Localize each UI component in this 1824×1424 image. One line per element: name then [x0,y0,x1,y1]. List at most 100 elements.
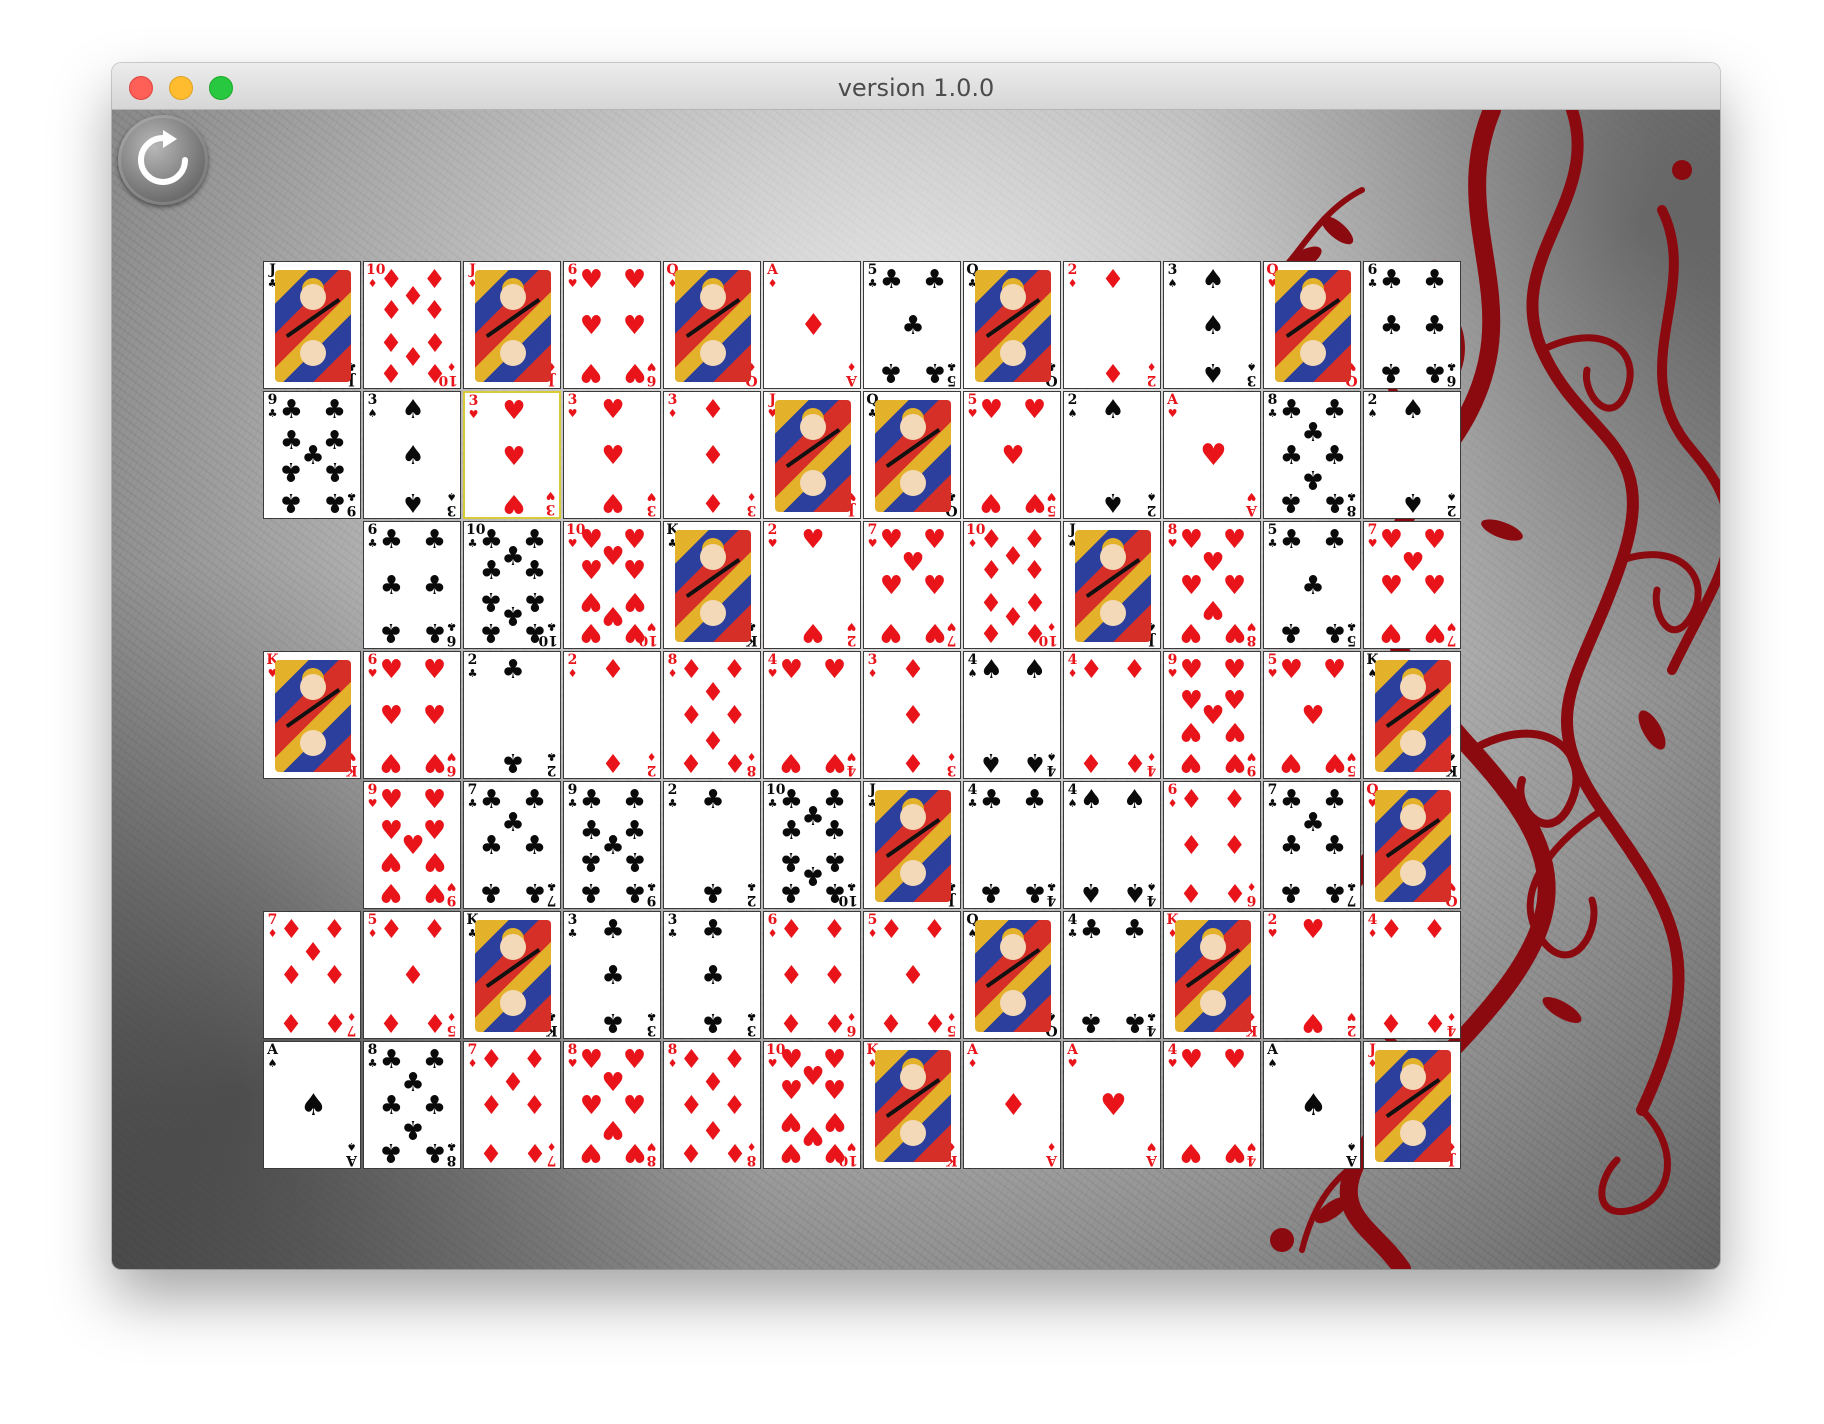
card-corner-index: 4 ♥ [766,653,779,680]
card-4-of-hearts[interactable]: 4 ♥ 4 ♥ ♥ ♥ ♥ ♥ [1163,1041,1261,1169]
diamond-icon: ♦ [1079,747,1104,778]
card-q-of-hearts[interactable]: Q ♥ Q ♥ [1363,781,1461,909]
card-2-of-clubs[interactable]: 2 ♣ 2 ♣ ♣ ♣ [463,651,561,779]
card-2-of-hearts[interactable]: 2 ♥ 2 ♥ ♥ ♥ [1263,911,1361,1039]
heart-icon: ♥ [579,357,604,388]
card-9-of-clubs[interactable]: 9 ♣ 9 ♣ ♣ ♣ ♣ ♣ ♣ ♣ ♣ ♣ ♣ [563,781,661,909]
card-2-of-spades[interactable]: 2 ♠ 2 ♠ ♠ ♠ [1363,391,1461,519]
card-j-of-clubs[interactable]: J ♣ J ♣ [263,261,361,389]
club-icon: ♣ [467,797,478,810]
card-corner-index: 4 ♠ [1066,782,1079,810]
card-7-of-diamonds[interactable]: 7 ♦ 7 ♦ ♦ ♦ ♦ ♦ ♦ ♦ ♦ [463,1041,561,1169]
card-3-of-diamonds[interactable]: 3 ♦ 3 ♦ ♦ ♦ ♦ [863,651,961,779]
card-a-of-hearts[interactable]: A ♥ A ♥ ♥ [1063,1041,1161,1169]
card-k-of-hearts[interactable]: K ♥ K ♥ [263,651,361,779]
card-3-of-clubs[interactable]: 3 ♣ 3 ♣ ♣ ♣ ♣ [663,911,761,1039]
card-7-of-hearts[interactable]: 7 ♥ 7 ♥ ♥ ♥ ♥ ♥ ♥ ♥ ♥ [863,521,961,649]
heart-icon: ♥ [601,394,625,425]
card-10-of-clubs[interactable]: 10 ♣ 10 ♣ ♣ ♣ ♣ ♣ ♣ ♣ ♣ ♣ ♣ ♣ [463,521,561,649]
card-j-of-spades[interactable]: J ♠ J ♠ [1063,521,1161,649]
card-4-of-diamonds[interactable]: 4 ♦ 4 ♦ ♦ ♦ ♦ ♦ [1363,911,1461,1039]
card-j-of-hearts[interactable]: J ♥ J ♥ [763,391,861,519]
diamond-icon: ♦ [901,747,925,778]
card-9-of-clubs[interactable]: 9 ♣ 9 ♣ ♣ ♣ ♣ ♣ ♣ ♣ ♣ ♣ ♣ [263,391,361,519]
card-k-of-clubs[interactable]: K ♣ K ♣ [463,911,561,1039]
card-4-of-spades[interactable]: 4 ♠ 4 ♠ ♠ ♠ ♠ ♠ [963,651,1061,779]
card-4-of-clubs[interactable]: 4 ♣ 4 ♣ ♣ ♣ ♣ ♣ [963,781,1061,909]
card-j-of-diamonds[interactable]: J ♦ J ♦ [463,261,561,389]
card-4-of-spades[interactable]: 4 ♠ 4 ♠ ♠ ♠ ♠ ♠ [1063,781,1161,909]
card-2-of-clubs[interactable]: 2 ♣ 2 ♣ ♣ ♣ [663,781,761,909]
card-k-of-diamonds[interactable]: K ♦ K ♦ [1163,911,1261,1039]
card-10-of-hearts[interactable]: 10 ♥ 10 ♥ ♥ ♥ ♥ ♥ ♥ ♥ ♥ ♥ ♥ ♥ [763,1041,861,1169]
card-corner-index: 2 ♣ [545,750,558,778]
card-5-of-hearts[interactable]: 5 ♥ 5 ♥ ♥ ♥ ♥ ♥ ♥ [963,391,1061,519]
card-5-of-hearts[interactable]: 5 ♥ 5 ♥ ♥ ♥ ♥ ♥ ♥ [1263,651,1361,779]
card-2-of-diamonds[interactable]: 2 ♦ 2 ♦ ♦ ♦ [563,651,661,779]
card-3-of-hearts[interactable]: 3 ♥ 3 ♥ ♥ ♥ ♥ [463,391,561,519]
card-3-of-hearts[interactable]: 3 ♥ 3 ♥ ♥ ♥ ♥ [563,391,661,519]
card-10-of-diamonds[interactable]: 10 ♦ 10 ♦ ♦ ♦ ♦ ♦ ♦ ♦ ♦ ♦ ♦ ♦ [963,521,1061,649]
card-3-of-spades[interactable]: 3 ♠ 3 ♠ ♠ ♠ ♠ [1163,261,1261,389]
restart-button[interactable] [118,115,208,205]
heart-icon: ♥ [601,441,625,471]
card-9-of-hearts[interactable]: 9 ♥ 9 ♥ ♥ ♥ ♥ ♥ ♥ ♥ ♥ ♥ ♥ [363,781,461,909]
card-3-of-clubs[interactable]: 3 ♣ 3 ♣ ♣ ♣ ♣ [563,911,661,1039]
card-a-of-spades[interactable]: A ♠ A ♠ ♠ [1263,1041,1361,1169]
card-corner-index: 8 ♥ [566,1043,579,1070]
card-7-of-clubs[interactable]: 7 ♣ 7 ♣ ♣ ♣ ♣ ♣ ♣ ♣ ♣ [463,781,561,909]
card-k-of-spades[interactable]: K ♠ K ♠ [1363,651,1461,779]
card-5-of-clubs[interactable]: 5 ♣ 5 ♣ ♣ ♣ ♣ ♣ ♣ [1263,521,1361,649]
heart-icon: ♥ [1422,617,1447,648]
diamond-icon: ♦ [279,961,304,991]
court-figure-artwork [1375,1050,1451,1162]
card-a-of-diamonds[interactable]: A ♦ A ♦ ♦ [763,261,861,389]
card-8-of-clubs[interactable]: 8 ♣ 8 ♣ ♣ ♣ ♣ ♣ ♣ ♣ ♣ ♣ [1263,391,1361,519]
card-2-of-diamonds[interactable]: 2 ♦ 2 ♦ ♦ ♦ [1063,261,1161,389]
card-10-of-hearts[interactable]: 10 ♥ 10 ♥ ♥ ♥ ♥ ♥ ♥ ♥ ♥ ♥ ♥ ♥ [563,521,661,649]
card-a-of-hearts[interactable]: A ♥ A ♥ ♥ [1163,391,1261,519]
card-4-of-clubs[interactable]: 4 ♣ 4 ♣ ♣ ♣ ♣ ♣ [1063,911,1161,1039]
card-q-of-clubs[interactable]: Q ♣ Q ♣ [963,261,1061,389]
card-9-of-hearts[interactable]: 9 ♥ 9 ♥ ♥ ♥ ♥ ♥ ♥ ♥ ♥ ♥ ♥ [1163,651,1261,779]
card-rank-label: 4 [1067,782,1078,798]
card-6-of-hearts[interactable]: 6 ♥ 6 ♥ ♥ ♥ ♥ ♥ ♥ ♥ [363,651,461,779]
card-5-of-clubs[interactable]: 5 ♣ 5 ♣ ♣ ♣ ♣ ♣ ♣ [863,261,961,389]
card-2-of-spades[interactable]: 2 ♠ 2 ♠ ♠ ♠ [1063,391,1161,519]
card-6-of-diamonds[interactable]: 6 ♦ 6 ♦ ♦ ♦ ♦ ♦ ♦ ♦ [763,911,861,1039]
card-q-of-hearts[interactable]: Q ♥ Q ♥ [1263,261,1361,389]
card-10-of-clubs[interactable]: 10 ♣ 10 ♣ ♣ ♣ ♣ ♣ ♣ ♣ ♣ ♣ ♣ ♣ [763,781,861,909]
card-8-of-hearts[interactable]: 8 ♥ 8 ♥ ♥ ♥ ♥ ♥ ♥ ♥ ♥ ♥ [563,1041,661,1169]
card-q-of-spades[interactable]: Q ♠ Q ♠ [963,911,1061,1039]
card-7-of-diamonds[interactable]: 7 ♦ 7 ♦ ♦ ♦ ♦ ♦ ♦ ♦ ♦ [263,911,361,1039]
card-5-of-diamonds[interactable]: 5 ♦ 5 ♦ ♦ ♦ ♦ ♦ ♦ [363,911,461,1039]
card-2-of-hearts[interactable]: 2 ♥ 2 ♥ ♥ ♥ [763,521,861,649]
card-8-of-diamonds[interactable]: 8 ♦ 8 ♦ ♦ ♦ ♦ ♦ ♦ ♦ ♦ ♦ [663,651,761,779]
card-j-of-clubs[interactable]: J ♣ J ♣ [863,781,961,909]
spade-icon: ♠ [1267,1057,1278,1070]
card-q-of-clubs[interactable]: Q ♣ Q ♣ [863,391,961,519]
card-j-of-diamonds[interactable]: J ♦ J ♦ [1363,1041,1461,1169]
card-7-of-hearts[interactable]: 7 ♥ 7 ♥ ♥ ♥ ♥ ♥ ♥ ♥ ♥ [1363,521,1461,649]
card-6-of-clubs[interactable]: 6 ♣ 6 ♣ ♣ ♣ ♣ ♣ ♣ ♣ [363,521,461,649]
card-3-of-spades[interactable]: 3 ♠ 3 ♠ ♠ ♠ ♠ [363,391,461,519]
card-6-of-diamonds[interactable]: 6 ♦ 6 ♦ ♦ ♦ ♦ ♦ ♦ ♦ [1163,781,1261,909]
card-k-of-clubs[interactable]: K ♣ K ♣ [663,521,761,649]
card-8-of-clubs[interactable]: 8 ♣ 8 ♣ ♣ ♣ ♣ ♣ ♣ ♣ ♣ ♣ [363,1041,461,1169]
card-k-of-diamonds[interactable]: K ♦ K ♦ [863,1041,961,1169]
card-4-of-diamonds[interactable]: 4 ♦ 4 ♦ ♦ ♦ ♦ ♦ [1063,651,1161,779]
card-8-of-diamonds[interactable]: 8 ♦ 8 ♦ ♦ ♦ ♦ ♦ ♦ ♦ ♦ ♦ [663,1041,761,1169]
card-4-of-hearts[interactable]: 4 ♥ 4 ♥ ♥ ♥ ♥ ♥ [763,651,861,779]
card-a-of-diamonds[interactable]: A ♦ A ♦ ♦ [963,1041,1061,1169]
card-8-of-hearts[interactable]: 8 ♥ 8 ♥ ♥ ♥ ♥ ♥ ♥ ♥ ♥ ♥ [1163,521,1261,649]
card-6-of-clubs[interactable]: 6 ♣ 6 ♣ ♣ ♣ ♣ ♣ ♣ ♣ [1363,261,1461,389]
card-6-of-hearts[interactable]: 6 ♥ 6 ♥ ♥ ♥ ♥ ♥ ♥ ♥ [563,261,661,389]
card-7-of-clubs[interactable]: 7 ♣ 7 ♣ ♣ ♣ ♣ ♣ ♣ ♣ ♣ [1263,781,1361,909]
card-5-of-diamonds[interactable]: 5 ♦ 5 ♦ ♦ ♦ ♦ ♦ ♦ [863,911,961,1039]
card-3-of-diamonds[interactable]: 3 ♦ 3 ♦ ♦ ♦ ♦ [663,391,761,519]
card-q-of-diamonds[interactable]: Q ♦ Q ♦ [663,261,761,389]
card-10-of-diamonds[interactable]: 10 ♦ 10 ♦ ♦ ♦ ♦ ♦ ♦ ♦ ♦ ♦ ♦ ♦ [363,261,461,389]
card-a-of-spades[interactable]: A ♠ A ♠ ♠ [263,1041,361,1169]
card-rank-label: 2 [546,762,557,778]
card-corner-index: A ♠ [345,1140,358,1168]
